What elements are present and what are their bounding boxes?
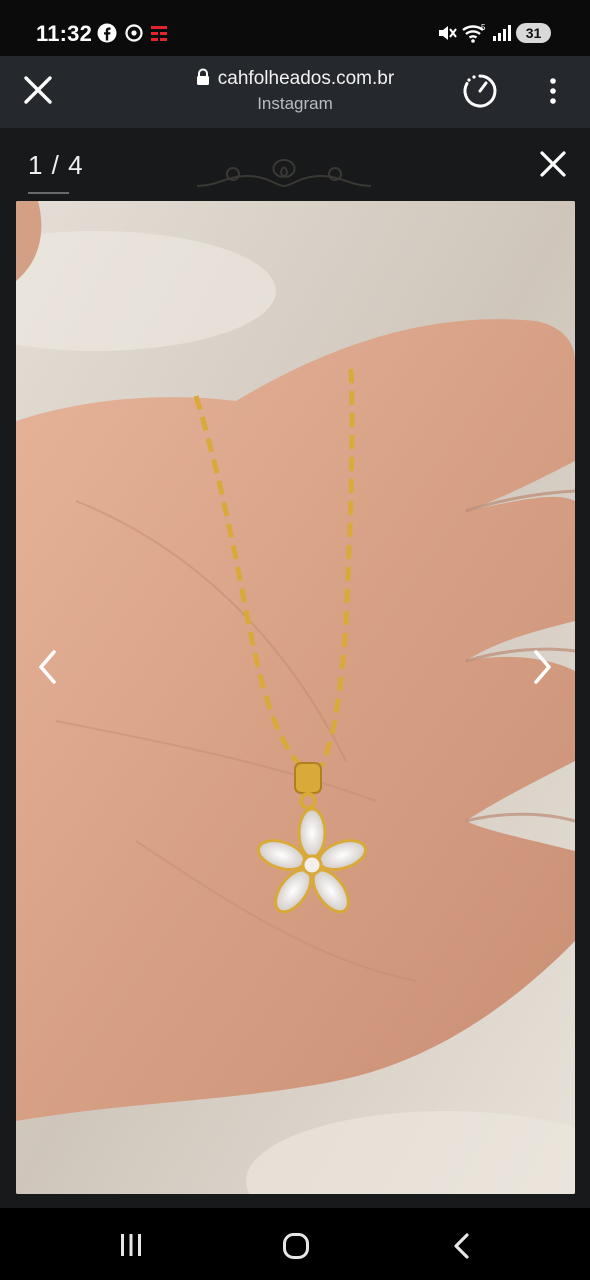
back-icon[interactable] bbox=[450, 1232, 472, 1260]
signal-icon bbox=[493, 25, 511, 41]
battery-indicator: 31 bbox=[516, 23, 551, 43]
image-counter: 1 / 4 bbox=[28, 150, 84, 180]
mute-icon bbox=[439, 26, 457, 40]
facebook-icon bbox=[97, 23, 117, 43]
close-icon[interactable] bbox=[537, 148, 569, 180]
status-time: 11:32 bbox=[36, 21, 93, 46]
source-subtitle: Instagram bbox=[257, 94, 333, 113]
recents-icon[interactable] bbox=[118, 1232, 144, 1258]
url-display[interactable]: cahfolheados.com.br bbox=[0, 68, 590, 90]
lock-icon bbox=[196, 68, 209, 85]
chevron-left-icon[interactable] bbox=[36, 648, 58, 686]
notification-app-icon bbox=[151, 26, 167, 41]
system-nav-bar bbox=[0, 1208, 590, 1280]
media-icon bbox=[125, 24, 143, 42]
speed-icon[interactable] bbox=[461, 72, 499, 110]
svg-text:5: 5 bbox=[481, 23, 486, 32]
more-icon[interactable] bbox=[545, 76, 561, 108]
battery-level: 31 bbox=[525, 25, 542, 41]
necklace-photo-illustration bbox=[16, 201, 575, 1194]
status-bar: 11:32 5 31 bbox=[0, 0, 590, 56]
chevron-right-icon[interactable] bbox=[532, 648, 554, 686]
home-icon[interactable] bbox=[282, 1232, 310, 1260]
product-photo bbox=[16, 201, 575, 1194]
counter-underline bbox=[28, 192, 69, 194]
browser-toolbar: cahfolheados.com.br Instagram bbox=[0, 56, 590, 128]
wifi-icon: 5 bbox=[462, 23, 486, 43]
domain-text: cahfolheados.com.br bbox=[217, 68, 395, 89]
ornament-decoration bbox=[196, 159, 372, 188]
